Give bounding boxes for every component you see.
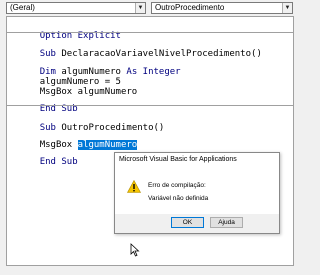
code-line-end-sub-2[interactable]: End Sub (18, 146, 78, 179)
chevron-down-icon[interactable]: ▼ (282, 3, 292, 13)
dialog-footer: OK Ajuda (115, 214, 279, 233)
procedure-separator (7, 105, 293, 106)
help-button[interactable]: Ajuda (210, 217, 243, 228)
error-message-detail: Variável não definida (148, 195, 209, 202)
warning-icon (127, 180, 141, 193)
horizontal-scrollbar[interactable] (6, 266, 294, 273)
error-message-title: Erro de compilação: (148, 182, 206, 189)
procedure-combo-value: OutroProcedimento (155, 3, 225, 12)
object-combo-value: (Geral) (10, 3, 35, 12)
toolbar: (Geral) ▼ OutroProcedimento ▼ (0, 0, 300, 15)
dialog-title: Microsoft Visual Basic for Applications (119, 156, 237, 163)
chevron-down-icon[interactable]: ▼ (135, 3, 145, 13)
procedure-combo[interactable]: OutroProcedimento ▼ (151, 2, 293, 14)
code-keyword: End Sub (39, 157, 78, 167)
selected-identifier[interactable]: algumNumero (77, 140, 138, 150)
procedure-separator (7, 32, 293, 33)
error-dialog: Microsoft Visual Basic for Applications … (114, 152, 280, 234)
ok-button[interactable]: OK (171, 217, 204, 228)
object-combo[interactable]: (Geral) ▼ (6, 2, 146, 14)
mouse-cursor-icon (130, 243, 140, 257)
